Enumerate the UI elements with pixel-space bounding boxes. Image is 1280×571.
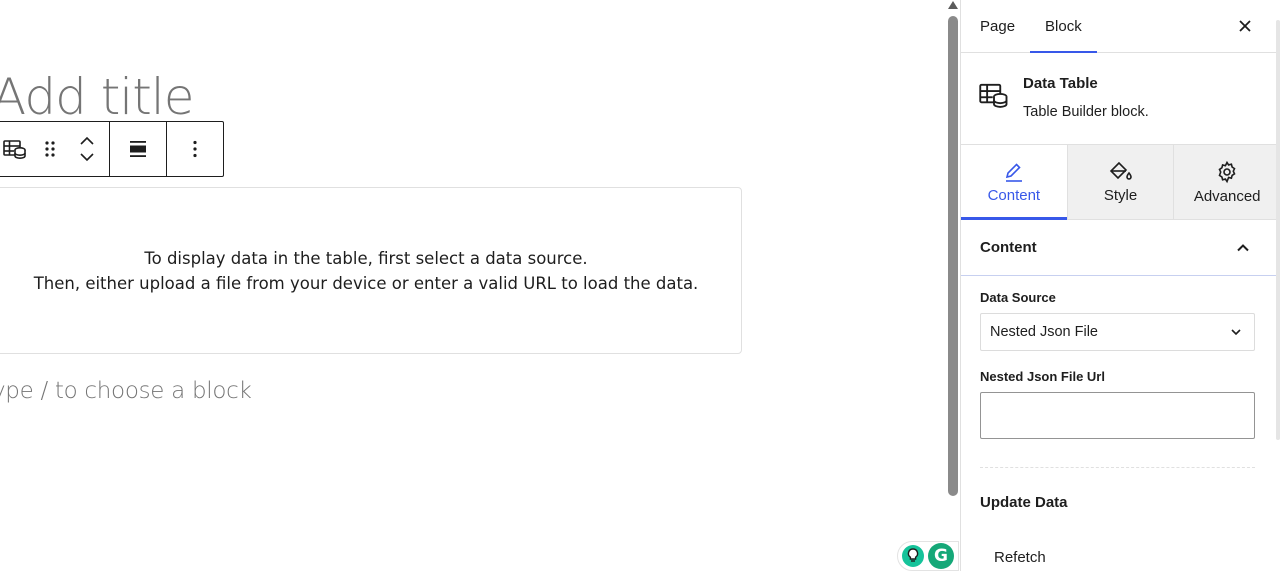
block-card-text: Data Table Table Builder block.: [1023, 75, 1149, 144]
table-database-icon: [3, 140, 26, 160]
tab-page[interactable]: Page: [965, 0, 1030, 52]
tab-block[interactable]: Block: [1030, 0, 1097, 53]
json-url-input[interactable]: [980, 392, 1255, 439]
tab-advanced-label: Advanced: [1193, 187, 1261, 205]
sidebar-header: Page Block: [961, 0, 1280, 53]
toolbar-group-align: [110, 122, 167, 176]
drag-handle-icon: [45, 141, 55, 157]
close-sidebar-button[interactable]: [1232, 13, 1258, 39]
grammarly-logo-icon[interactable]: G: [928, 543, 954, 569]
move-up-icon[interactable]: [79, 136, 95, 145]
inspector-tabs: Content Style Advanced: [961, 145, 1280, 220]
align-button[interactable]: [110, 122, 166, 176]
block-appender-placeholder[interactable]: ype / to choose a block: [0, 378, 252, 404]
block-card-description: Table Builder block.: [1023, 104, 1149, 120]
toolbar-group-block: [0, 122, 110, 176]
block-mover: [65, 122, 109, 176]
section-divider: [980, 467, 1255, 468]
data-source-select[interactable]: Nested Json File: [980, 313, 1255, 351]
chevron-down-icon: [1231, 329, 1241, 336]
data-table-placeholder: To display data in the table, first sele…: [0, 187, 742, 354]
block-card-icon-wrap: [979, 75, 1023, 144]
block-type-button[interactable]: [0, 122, 35, 176]
tab-advanced[interactable]: Advanced: [1173, 145, 1280, 219]
data-source-value: Nested Json File: [990, 324, 1098, 340]
paint-bucket-icon: [1109, 161, 1132, 180]
placeholder-line-1: To display data in the table, first sele…: [144, 248, 588, 268]
gear-icon: [1218, 160, 1236, 183]
close-icon: [1239, 20, 1251, 32]
more-options-icon: [193, 140, 197, 158]
grammarly-widget: G: [897, 541, 959, 571]
tab-content-label: Content: [987, 186, 1041, 204]
data-source-label: Data Source: [980, 290, 1056, 305]
more-options-button[interactable]: [167, 122, 223, 176]
update-data-title: Update Data: [980, 494, 1068, 511]
post-title-placeholder[interactable]: Add title: [0, 68, 194, 126]
tab-content[interactable]: Content: [961, 145, 1067, 220]
json-url-label: Nested Json File Url: [980, 369, 1105, 384]
editor-canvas: Add title To display data in the table, …: [0, 0, 946, 571]
scrollbar-thumb[interactable]: [948, 16, 958, 496]
table-database-icon: [979, 83, 1008, 108]
settings-sidebar: Page Block Data Table Table Builder bloc…: [960, 0, 1280, 571]
pencil-icon: [1005, 162, 1022, 182]
sidebar-scrollbar[interactable]: [1276, 20, 1280, 440]
move-down-icon[interactable]: [79, 153, 95, 162]
tab-style-label: Style: [1103, 186, 1138, 204]
block-card-title: Data Table: [1023, 75, 1098, 92]
content-panel-header[interactable]: Content: [961, 220, 1280, 276]
chevron-up-icon: [1237, 244, 1249, 252]
block-toolbar: [0, 121, 224, 177]
tab-style[interactable]: Style: [1066, 145, 1174, 219]
toolbar-group-more: [167, 122, 223, 176]
content-panel-title: Content: [980, 239, 1037, 256]
drag-handle[interactable]: [35, 122, 65, 176]
scroll-up-arrow-icon[interactable]: [948, 1, 958, 9]
editor-scrollbar[interactable]: [946, 0, 960, 571]
block-card: Data Table Table Builder block.: [961, 53, 1280, 145]
placeholder-line-2: Then, either upload a file from your dev…: [33, 273, 699, 293]
lightbulb-icon[interactable]: [902, 545, 924, 567]
align-wide-icon: [130, 141, 146, 157]
refetch-button[interactable]: Refetch: [994, 549, 1280, 566]
